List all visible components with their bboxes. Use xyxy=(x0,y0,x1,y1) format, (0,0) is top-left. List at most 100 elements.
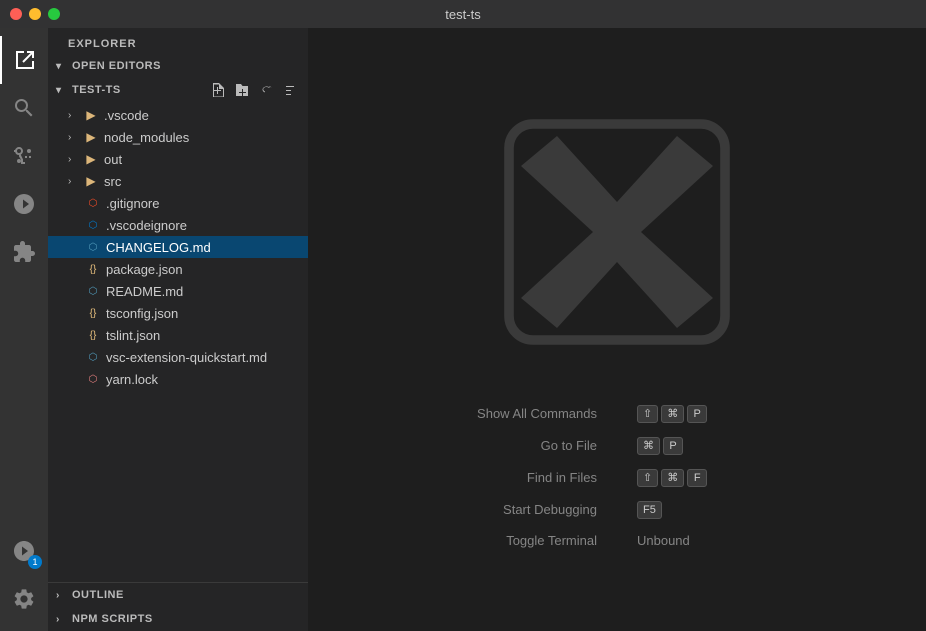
editor-area: Show All Commands ⇧ ⌘ P Go to File ⌘ P F… xyxy=(308,28,926,631)
kb-start-debugging: Start Debugging F5 xyxy=(477,501,757,519)
npm-label: NPM Scripts xyxy=(72,613,153,625)
outline-chevron xyxy=(56,590,72,601)
activity-extensions[interactable] xyxy=(0,228,48,276)
activity-bar: 1 xyxy=(0,28,48,631)
file-yarn[interactable]: ⬡ yarn.lock xyxy=(48,368,308,390)
activity-explorer[interactable] xyxy=(0,36,48,84)
key-p: P xyxy=(663,437,683,455)
test-ts-section[interactable]: Test-TS xyxy=(48,76,308,104)
key-p: P xyxy=(687,405,707,423)
file-name: yarn.lock xyxy=(106,372,158,387)
kb-label: Show All Commands xyxy=(477,406,597,421)
file-icon: ⬡ xyxy=(84,282,102,300)
file-tslint[interactable]: {} tslint.json xyxy=(48,324,308,346)
folder-icon: ▶ xyxy=(82,150,100,168)
file-readme[interactable]: ⬡ README.md xyxy=(48,280,308,302)
file-name: .gitignore xyxy=(106,196,159,211)
file-package-json[interactable]: {} package.json xyxy=(48,258,308,280)
activity-bar-bottom: 1 xyxy=(0,527,48,631)
folder-out[interactable]: › ▶ out xyxy=(48,148,308,170)
key-shift: ⇧ xyxy=(637,405,658,423)
vscode-logo xyxy=(497,112,737,385)
folder-chevron: › xyxy=(68,110,82,121)
activity-account[interactable]: 1 xyxy=(0,527,48,575)
outline-section[interactable]: Outline xyxy=(48,583,308,607)
file-tree: › ▶ .vscode › ▶ node_modules › ▶ out › ▶… xyxy=(48,104,308,582)
key-cmd: ⌘ xyxy=(637,437,660,455)
file-name: README.md xyxy=(106,284,183,299)
file-icon: {} xyxy=(84,326,102,344)
traffic-lights xyxy=(10,8,60,20)
key-unbound: Unbound xyxy=(637,533,690,548)
kb-label: Start Debugging xyxy=(477,502,597,517)
kb-find-files: Find in Files ⇧ ⌘ F xyxy=(477,469,757,487)
file-changelog[interactable]: ⬡ CHANGELOG.md xyxy=(48,236,308,258)
notification-badge: 1 xyxy=(28,555,42,569)
folder-icon: ▶ xyxy=(82,172,100,190)
activity-settings[interactable] xyxy=(0,575,48,623)
sidebar: Explorer Open Editors Test-TS xyxy=(48,28,308,631)
folder-src[interactable]: › ▶ src xyxy=(48,170,308,192)
folder-chevron: › xyxy=(68,132,82,143)
file-gitignore[interactable]: ⬡ .gitignore xyxy=(48,192,308,214)
titlebar: test-ts xyxy=(0,0,926,28)
folder-icon: ▶ xyxy=(82,128,100,146)
keybinding-grid: Show All Commands ⇧ ⌘ P Go to File ⌘ P F… xyxy=(477,405,757,548)
file-icon: ⬡ xyxy=(84,348,102,366)
maximize-button[interactable] xyxy=(48,8,60,20)
new-folder-button[interactable] xyxy=(232,80,252,100)
kb-toggle-terminal: Toggle Terminal Unbound xyxy=(477,533,757,548)
refresh-button[interactable] xyxy=(256,80,276,100)
close-button[interactable] xyxy=(10,8,22,20)
activity-source-control[interactable] xyxy=(0,132,48,180)
kb-go-to-file: Go to File ⌘ P xyxy=(477,437,757,455)
activity-search[interactable] xyxy=(0,84,48,132)
file-name: package.json xyxy=(106,262,183,277)
collapse-button[interactable] xyxy=(280,80,300,100)
file-icon: ⬡ xyxy=(84,194,102,212)
kb-keys: Unbound xyxy=(637,533,757,548)
file-name: .vscodeignore xyxy=(106,218,187,233)
new-file-button[interactable] xyxy=(208,80,228,100)
kb-show-commands: Show All Commands ⇧ ⌘ P xyxy=(477,405,757,423)
folder-name: out xyxy=(104,152,122,167)
file-name: CHANGELOG.md xyxy=(106,240,211,255)
key-f5: F5 xyxy=(637,501,662,519)
key-cmd: ⌘ xyxy=(661,405,684,423)
kb-keys: ⇧ ⌘ P xyxy=(637,405,757,423)
file-name: tslint.json xyxy=(106,328,160,343)
file-name: tsconfig.json xyxy=(106,306,178,321)
key-f: F xyxy=(687,469,707,487)
key-cmd: ⌘ xyxy=(661,469,684,487)
npm-scripts-section[interactable]: NPM Scripts xyxy=(48,607,308,631)
file-vscodeignore[interactable]: ⬡ .vscodeignore xyxy=(48,214,308,236)
file-icon: {} xyxy=(84,260,102,278)
kb-keys: ⇧ ⌘ F xyxy=(637,469,757,487)
open-editors-chevron xyxy=(56,61,72,72)
file-tsconfig[interactable]: {} tsconfig.json xyxy=(48,302,308,324)
file-name: vsc-extension-quickstart.md xyxy=(106,350,267,365)
folder-icon: ▶ xyxy=(82,106,100,124)
kb-label: Find in Files xyxy=(477,470,597,485)
activity-debug[interactable] xyxy=(0,180,48,228)
test-ts-toolbar xyxy=(208,80,300,100)
kb-label: Toggle Terminal xyxy=(477,533,597,548)
kb-label: Go to File xyxy=(477,438,597,453)
file-icon: ⬡ xyxy=(84,238,102,256)
minimize-button[interactable] xyxy=(29,8,41,20)
folder-name: src xyxy=(104,174,121,189)
file-icon: {} xyxy=(84,304,102,322)
test-ts-label: Test-TS xyxy=(72,84,121,96)
file-quickstart[interactable]: ⬡ vsc-extension-quickstart.md xyxy=(48,346,308,368)
file-icon: ⬡ xyxy=(84,370,102,388)
open-editors-section[interactable]: Open Editors xyxy=(48,56,308,76)
npm-chevron xyxy=(56,614,72,625)
folder-node-modules[interactable]: › ▶ node_modules xyxy=(48,126,308,148)
file-icon: ⬡ xyxy=(84,216,102,234)
test-ts-chevron xyxy=(56,85,72,96)
folder-chevron: › xyxy=(68,154,82,165)
folder-vscode[interactable]: › ▶ .vscode xyxy=(48,104,308,126)
sidebar-header: Explorer xyxy=(48,28,308,56)
sidebar-bottom: Outline NPM Scripts xyxy=(48,582,308,631)
folder-name: node_modules xyxy=(104,130,189,145)
